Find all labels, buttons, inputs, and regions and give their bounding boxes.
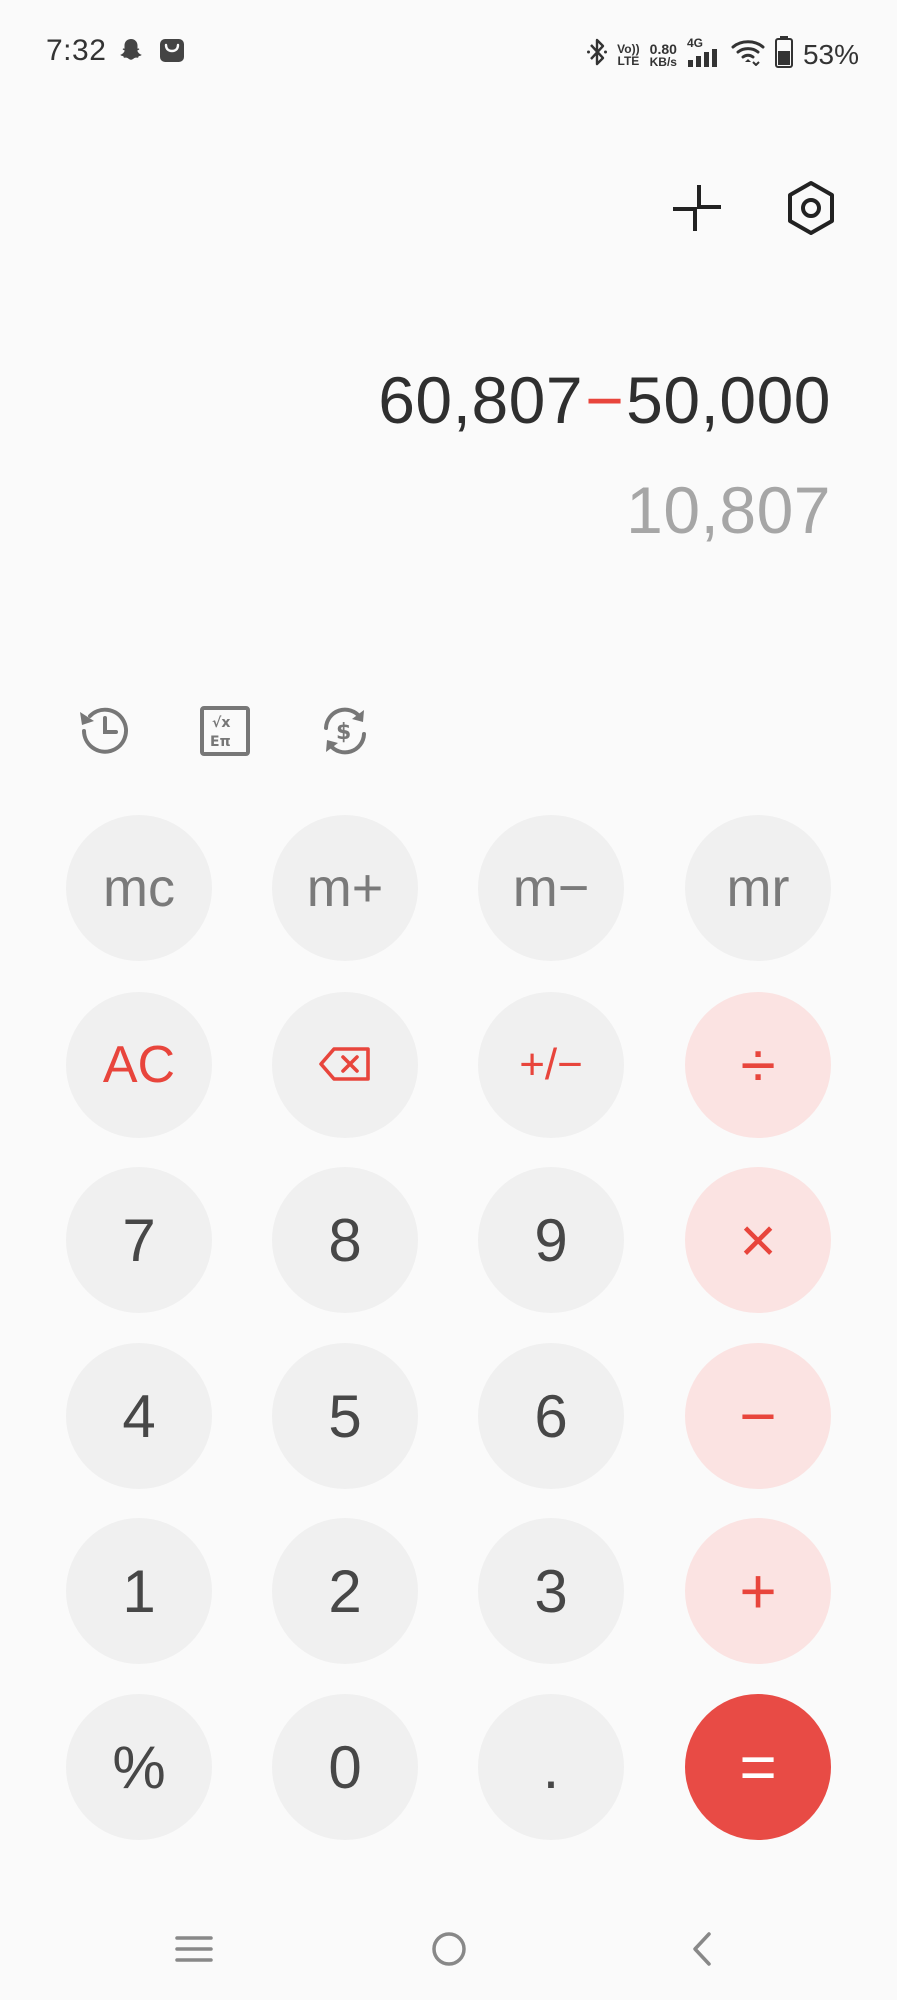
right-operand: 50,000 (626, 363, 831, 437)
status-bar: 7:32 Vo)) LTE 0.80 KB/s 4G 53% (0, 0, 897, 106)
currency-convert-button[interactable]: $ (314, 700, 376, 762)
svg-text:√x: √x (212, 715, 230, 731)
wifi-icon (731, 38, 765, 71)
menu-icon (175, 1933, 213, 1968)
result-display: 10,807 (626, 473, 831, 547)
cellular-indicator: 4G (687, 37, 721, 72)
menu-button[interactable] (154, 1910, 234, 1990)
home-button[interactable] (409, 1910, 489, 1990)
shopping-bag-icon (158, 36, 186, 69)
system-nav-bar (0, 1910, 897, 2000)
digit-0-button[interactable]: 0 (272, 1694, 418, 1840)
tool-row: √x Eπ $ (74, 700, 376, 762)
top-actions (671, 180, 837, 239)
expression-display: 60,807−50,000 (378, 362, 831, 438)
minus-button[interactable]: − (685, 1343, 831, 1489)
settings-button[interactable] (785, 180, 837, 239)
digit-6-button[interactable]: 6 (478, 1343, 624, 1489)
speed-value: 0.80 (649, 40, 677, 57)
status-time: 7:32 (46, 34, 107, 67)
svg-text:$: $ (336, 720, 351, 745)
multiply-button[interactable]: × (685, 1167, 831, 1313)
digit-5-button[interactable]: 5 (272, 1343, 418, 1489)
percent-button[interactable]: % (66, 1694, 212, 1840)
digit-1-button[interactable]: 1 (66, 1518, 212, 1664)
sign-toggle-button[interactable]: +/− (478, 992, 624, 1138)
svg-text:Eπ: Eπ (210, 734, 231, 750)
memory-recall-button[interactable]: mr (685, 815, 831, 961)
digit-2-button[interactable]: 2 (272, 1518, 418, 1664)
back-icon (688, 1930, 716, 1971)
scientific-button[interactable]: √x Eπ (194, 700, 256, 762)
currency-convert-icon: $ (314, 700, 376, 762)
collapse-button[interactable] (671, 182, 723, 237)
memory-clear-button[interactable]: mc (66, 815, 212, 961)
history-icon (74, 700, 136, 762)
network-type: 4G (686, 36, 703, 50)
volte-top-text: Vo)) (617, 41, 640, 56)
all-clear-button[interactable]: AC (66, 992, 212, 1138)
digit-3-button[interactable]: 3 (478, 1518, 624, 1664)
volte-indicator: Vo)) LTE (617, 43, 639, 67)
snapchat-icon (118, 37, 144, 68)
equals-button[interactable]: = (685, 1694, 831, 1840)
digit-9-button[interactable]: 9 (478, 1167, 624, 1313)
backspace-button[interactable] (272, 992, 418, 1138)
left-operand: 60,807 (378, 363, 584, 437)
digit-4-button[interactable]: 4 (66, 1343, 212, 1489)
back-button[interactable] (662, 1910, 742, 1990)
settings-icon (785, 181, 837, 239)
signal-icon (687, 49, 721, 72)
collapse-icon (671, 185, 723, 237)
volte-bottom-text: LTE (617, 53, 640, 68)
decimal-button[interactable]: . (478, 1694, 624, 1840)
bluetooth-icon (587, 37, 608, 72)
battery-percent: 53% (802, 38, 859, 70)
status-left-icons (118, 36, 186, 69)
plus-button[interactable]: + (685, 1518, 831, 1664)
scientific-icon: √x Eπ (194, 700, 256, 762)
battery-icon (774, 36, 793, 73)
speed-unit: KB/s (649, 54, 677, 69)
memory-subtract-button[interactable]: m− (478, 815, 624, 961)
digit-7-button[interactable]: 7 (66, 1167, 212, 1313)
keypad: mc m+ m− mr AC +/− ÷ 7 8 9 × 4 5 6 − 1 2… (66, 815, 832, 1845)
expression-operator: − (585, 363, 625, 437)
divide-button[interactable]: ÷ (685, 992, 831, 1138)
status-right-icons: Vo)) LTE 0.80 KB/s 4G 53% (587, 36, 859, 73)
memory-add-button[interactable]: m+ (272, 815, 418, 961)
digit-8-button[interactable]: 8 (272, 1167, 418, 1313)
network-speed: 0.80 KB/s (650, 42, 677, 68)
home-icon (431, 1931, 467, 1970)
history-button[interactable] (74, 700, 136, 762)
backspace-icon (318, 1035, 372, 1095)
